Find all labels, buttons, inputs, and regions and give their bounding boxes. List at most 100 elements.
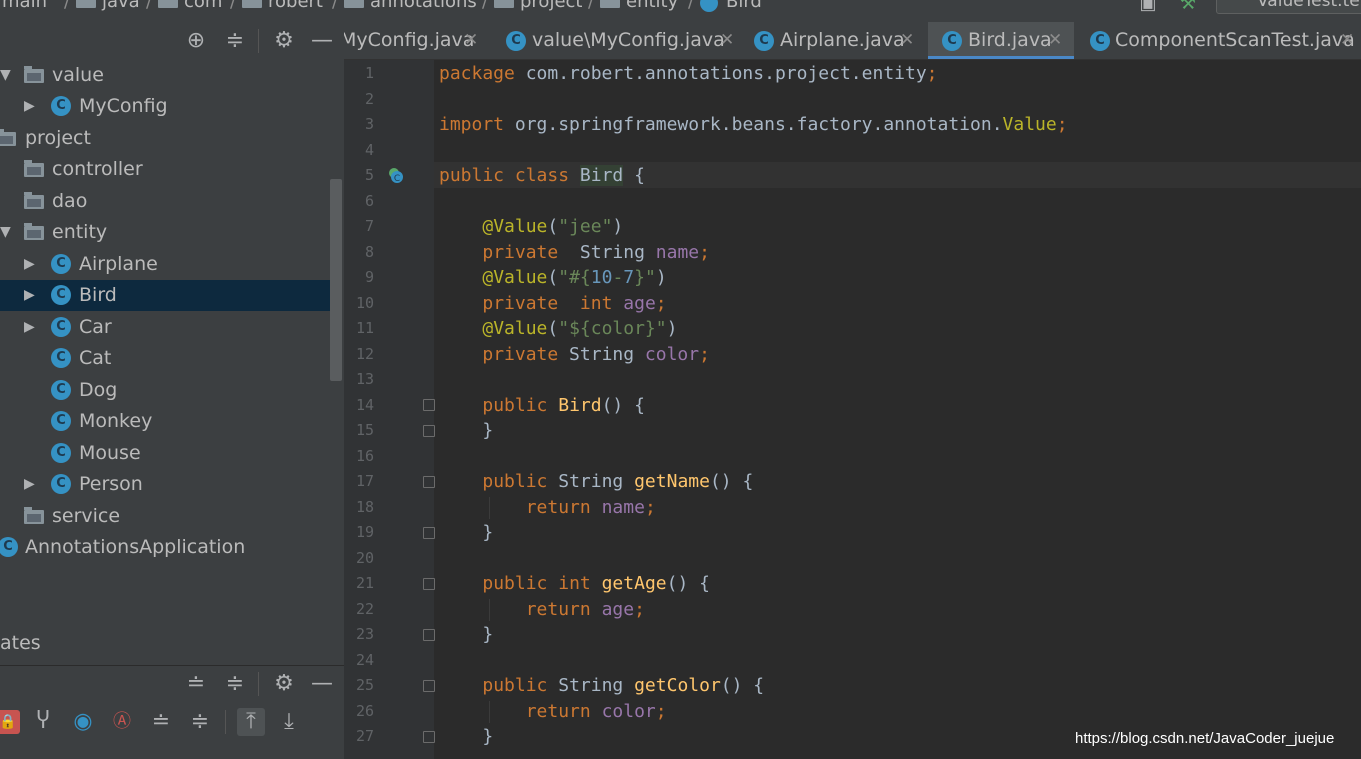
tree-item-bird[interactable]: ▶ C Bird xyxy=(0,280,330,311)
fold-marker-icon[interactable] xyxy=(423,476,435,488)
tree-scrollbar[interactable] xyxy=(330,179,342,381)
tree-item-value[interactable]: ▼ value xyxy=(0,60,330,91)
code-line[interactable]: private int age; xyxy=(439,291,666,316)
code-line[interactable]: public int getAge() { xyxy=(439,571,710,596)
code-line[interactable]: return name; xyxy=(439,495,656,520)
tab-value-myconfig[interactable]: C value\MyConfig.java ✕ xyxy=(496,22,736,59)
tree-item-controller[interactable]: controller xyxy=(0,154,330,185)
fold-marker-icon[interactable] xyxy=(423,629,435,641)
expand-all-icon[interactable]: ≐ xyxy=(149,710,173,734)
breadcrumb-project[interactable]: project xyxy=(520,0,582,13)
breadcrumb-main[interactable]: main xyxy=(2,0,47,13)
code-line[interactable]: } xyxy=(439,520,493,545)
line-number: 16 xyxy=(355,447,374,465)
breadcrumb-bird[interactable]: Bird xyxy=(726,0,762,13)
folder-icon xyxy=(344,0,364,8)
tree-item-entity[interactable]: ▼ entity xyxy=(0,217,330,248)
locate-file-icon[interactable]: ⊕ xyxy=(184,29,208,53)
tree-item-annotations-application[interactable]: C AnnotationsApplication xyxy=(0,532,330,563)
code-line[interactable]: } xyxy=(439,622,493,647)
tree-item-myconfig[interactable]: ▶ C MyConfig xyxy=(0,91,330,122)
close-icon[interactable]: ✕ xyxy=(900,22,914,59)
code-line[interactable]: } xyxy=(439,724,493,749)
autoscroll-to-source-icon[interactable]: ⤒ xyxy=(237,708,265,736)
code-line[interactable]: return age; xyxy=(439,597,645,622)
gear-icon[interactable]: ⚙ xyxy=(272,672,296,696)
breadcrumb-separator: / xyxy=(588,0,595,12)
tab-myconfig[interactable]: MyConfig.java ✕ xyxy=(344,22,490,59)
chevron-right-icon[interactable]: ▶ xyxy=(24,249,35,280)
code-line[interactable]: @Value("${color}") xyxy=(439,316,677,341)
tree-item-dao[interactable]: dao xyxy=(0,186,330,217)
code-line[interactable]: public Bird() { xyxy=(439,393,645,418)
code-line[interactable]: public String getColor() { xyxy=(439,673,764,698)
lock-icon[interactable]: 🔒 xyxy=(0,710,20,734)
tree-item-car[interactable]: ▶ C Car xyxy=(0,312,330,343)
tab-airplane[interactable]: C Airplane.java ✕ xyxy=(742,22,922,59)
spring-bean-icon[interactable]: C xyxy=(387,166,405,184)
breadcrumb-com[interactable]: com xyxy=(184,0,222,13)
close-icon[interactable]: ✕ xyxy=(720,22,734,59)
breadcrumb-entity[interactable]: entity xyxy=(626,0,678,13)
code-line[interactable]: import org.springframework.beans.factory… xyxy=(439,112,1068,137)
tree-item-service[interactable]: service xyxy=(0,501,330,532)
chevron-right-icon[interactable]: ▶ xyxy=(24,280,35,311)
fold-marker-icon[interactable] xyxy=(423,425,435,437)
close-icon[interactable]: ✕ xyxy=(464,22,478,59)
tree-item-project[interactable]: project xyxy=(0,123,330,154)
gear-icon[interactable]: ⚙ xyxy=(272,29,296,53)
code-line[interactable]: @Value("jee") xyxy=(439,214,623,239)
fold-marker-icon[interactable] xyxy=(423,680,435,692)
tree-item-mouse[interactable]: C Mouse xyxy=(0,438,330,469)
tree-item-dog[interactable]: C Dog xyxy=(0,375,330,406)
hammer-icon[interactable]: ⚒ xyxy=(1176,0,1200,16)
field-icon[interactable]: ◉ xyxy=(71,710,95,734)
class-icon: C xyxy=(506,31,526,51)
build-icon[interactable]: ▣ xyxy=(1136,0,1160,16)
expand-all-icon[interactable]: ≐ xyxy=(184,672,208,696)
collapse-all-icon[interactable]: ≑ xyxy=(188,710,212,734)
hide-panel-icon[interactable]: — xyxy=(310,672,334,696)
tree-item-label: Car xyxy=(79,316,112,338)
breadcrumb-separator: / xyxy=(482,0,489,12)
collapse-all-icon[interactable]: ≑ xyxy=(223,672,247,696)
code-line[interactable]: package com.robert.annotations.project.e… xyxy=(439,61,938,86)
hierarchy-icon[interactable]: Ⴤ xyxy=(31,710,55,734)
code-line[interactable]: public class Bird { xyxy=(439,163,645,188)
breadcrumb-robert[interactable]: robert xyxy=(268,0,323,13)
lambda-icon[interactable]: Ⓐ xyxy=(110,710,134,734)
tree-item-monkey[interactable]: C Monkey xyxy=(0,406,330,437)
package-icon xyxy=(24,507,44,524)
tab-componentscantest[interactable]: C ComponentScanTest.java ✕ xyxy=(1080,22,1361,59)
chevron-down-icon[interactable]: ▼ xyxy=(0,60,11,91)
code-line[interactable]: @Value("#{10-7}") xyxy=(439,265,666,290)
fold-marker-icon[interactable] xyxy=(423,731,435,743)
collapse-all-icon[interactable]: ≑ xyxy=(223,29,247,53)
hide-panel-icon[interactable]: — xyxy=(310,29,334,53)
breadcrumb-annotations[interactable]: annotations xyxy=(370,0,477,13)
chevron-down-icon[interactable]: ▼ xyxy=(0,217,11,248)
code-line[interactable]: private String color; xyxy=(439,342,710,367)
tree-item-cat[interactable]: C Cat xyxy=(0,343,330,374)
breadcrumb-java[interactable]: java xyxy=(102,0,140,13)
fold-marker-icon[interactable] xyxy=(423,399,435,411)
tab-bird[interactable]: C Bird.java ✕ xyxy=(928,22,1074,59)
close-icon[interactable]: ✕ xyxy=(1340,22,1354,59)
code-line[interactable]: return color; xyxy=(439,699,667,724)
code-line[interactable]: } xyxy=(439,418,493,443)
package-icon xyxy=(24,66,44,83)
code-line[interactable]: public String getName() { xyxy=(439,469,753,494)
fold-marker-icon[interactable] xyxy=(423,527,435,539)
fold-marker-icon[interactable] xyxy=(423,578,435,590)
class-icon: C xyxy=(51,317,71,337)
chevron-right-icon[interactable]: ▶ xyxy=(24,312,35,343)
code-line[interactable]: private String name; xyxy=(439,240,710,265)
close-icon[interactable]: ✕ xyxy=(1048,22,1062,59)
run-configuration-select[interactable]: ValueTest.te xyxy=(1216,0,1361,14)
autoscroll-from-source-icon[interactable]: ⤓ xyxy=(277,710,301,734)
tree-item-person[interactable]: ▶ C Person xyxy=(0,469,330,500)
tree-item-label: AnnotationsApplication xyxy=(25,536,246,558)
tree-item-airplane[interactable]: ▶ C Airplane xyxy=(0,249,330,280)
chevron-right-icon[interactable]: ▶ xyxy=(24,91,35,122)
chevron-right-icon[interactable]: ▶ xyxy=(24,469,35,500)
